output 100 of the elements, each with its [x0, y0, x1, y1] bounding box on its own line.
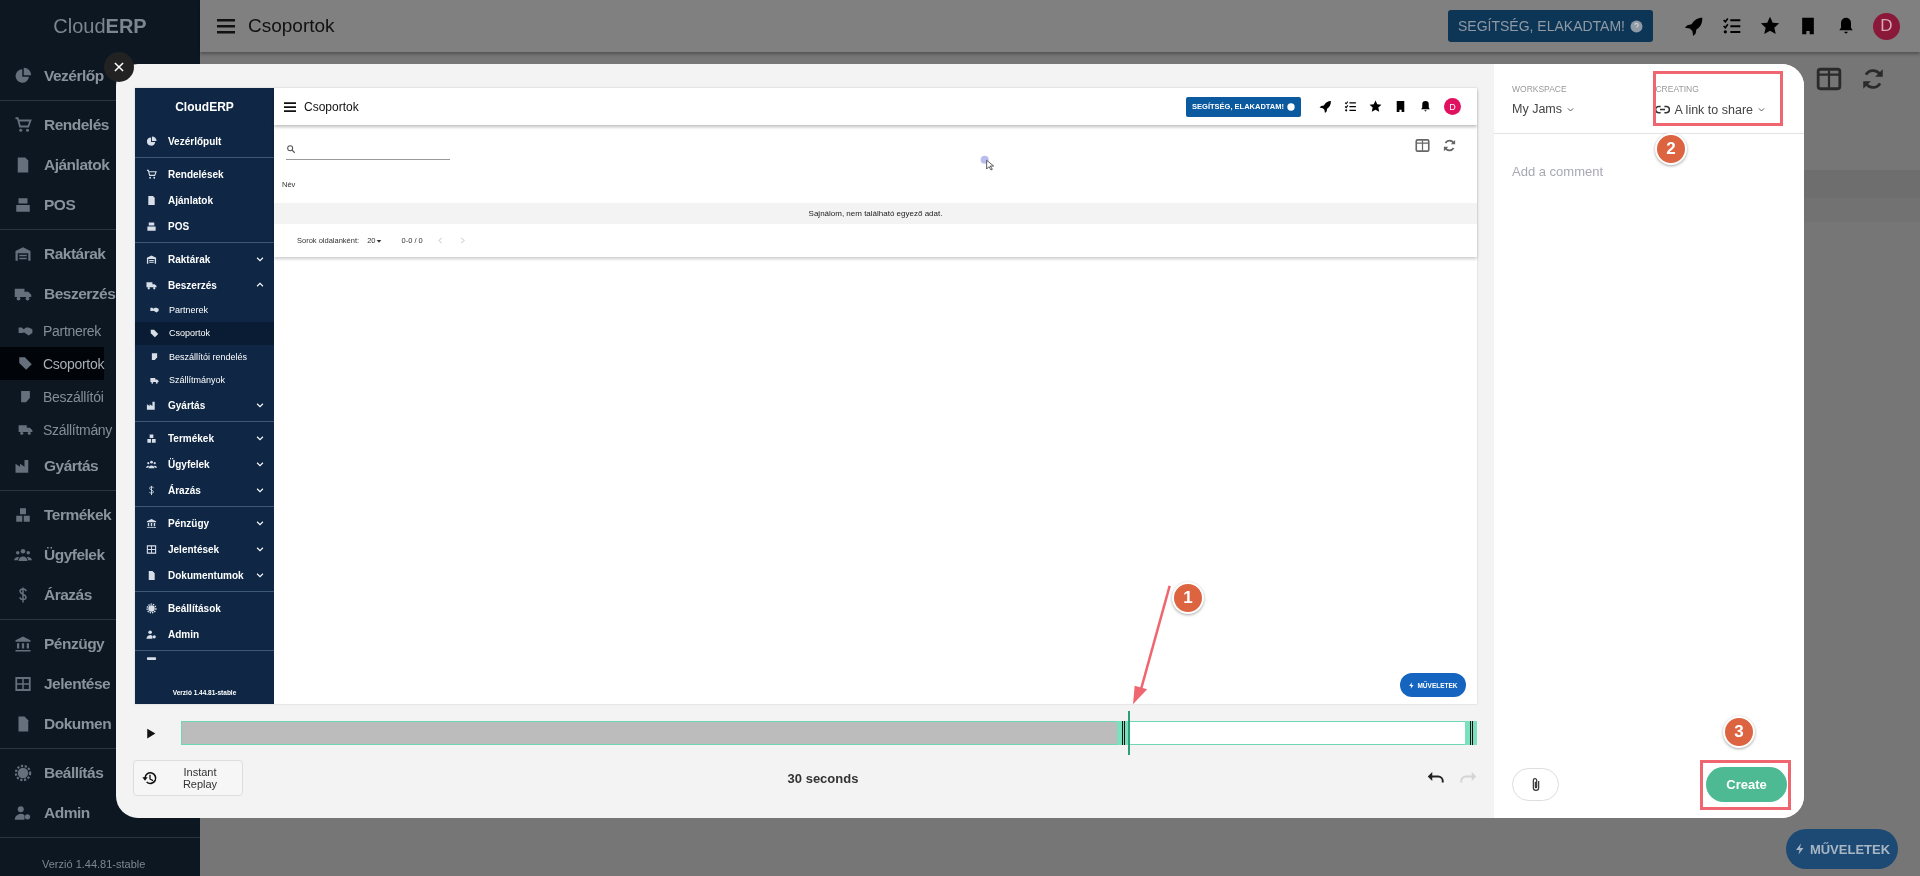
timeline-track[interactable] — [181, 721, 1477, 745]
sidebar-subitem[interactable]: Partnerek — [135, 298, 274, 322]
sidebar-item[interactable]: Pénzügy — [135, 510, 274, 536]
checklist-icon[interactable] — [1722, 16, 1742, 36]
sidebar-item[interactable]: Jelentése — [0, 664, 111, 704]
sidebar-item[interactable]: Ügyfelek — [0, 535, 105, 575]
empty-message: Sajnálom, nem található egyező adat. — [808, 209, 943, 218]
actions-button[interactable]: MŰVELETEK — [1786, 829, 1898, 869]
play-icon[interactable] — [144, 726, 157, 740]
pie-chart-icon — [14, 67, 32, 85]
sidebar-item[interactable]: Árazás — [135, 477, 274, 503]
sidebar-subitem[interactable]: Beszállítói — [0, 380, 104, 413]
tag-icon — [18, 356, 33, 371]
sidebar-item[interactable]: Ajánlatok — [135, 187, 274, 213]
page-title: Csoportok — [248, 15, 335, 37]
table-icon — [146, 543, 157, 555]
workspace-dropdown[interactable]: My Jams — [1512, 102, 1575, 116]
share-type-dropdown[interactable]: A link to share — [1655, 102, 1766, 117]
bank-icon — [146, 517, 157, 529]
sidebar-item[interactable]: Ajánlatok — [0, 145, 110, 185]
app-logo: CloudERP — [52, 13, 148, 39]
pie-chart-icon — [146, 135, 157, 147]
sidebar-item[interactable]: Dokumentumok — [135, 562, 274, 588]
sidebar-subitem[interactable]: Szállítmányok — [135, 368, 274, 392]
sidebar-item[interactable]: Rendelés — [0, 105, 109, 145]
sidebar-item[interactable]: Pénzügy — [0, 624, 105, 664]
sidebar-item[interactable]: Vezérlőpult — [135, 128, 274, 154]
sidebar-item[interactable]: Raktárak — [0, 234, 106, 274]
chevron-down-icon — [255, 400, 265, 410]
creating-label: CREATING — [1655, 84, 1700, 94]
sidebar-item[interactable]: Ügyfelek — [135, 451, 274, 477]
file-icon — [146, 569, 157, 581]
factory-icon — [146, 399, 157, 411]
sidebar-item[interactable]: Dokumen — [0, 704, 112, 744]
checklist-icon[interactable] — [1344, 100, 1357, 113]
note-icon — [18, 389, 33, 404]
document-icon — [146, 194, 157, 206]
truck-icon — [146, 279, 157, 291]
help-icon — [1630, 19, 1643, 33]
trim-handle[interactable] — [1465, 721, 1477, 745]
sidebar-item[interactable]: Beszerzés — [135, 272, 274, 298]
instant-replay-button[interactable]: Instant Replay — [133, 760, 243, 796]
mouse-cursor-icon — [980, 155, 996, 171]
handshake-icon — [150, 305, 159, 315]
sidebar-item[interactable]: POS — [135, 213, 274, 239]
dollar-icon — [146, 484, 157, 496]
sidebar-item[interactable]: Rendelések — [135, 161, 274, 187]
sidebar-subitem[interactable]: Csoportok — [0, 347, 105, 380]
chevron-down-icon — [255, 254, 265, 264]
sidebar-item[interactable]: Beállítások — [135, 595, 274, 621]
boxes-icon — [14, 506, 32, 524]
star-icon[interactable] — [1369, 100, 1382, 113]
version-label: Verzió 1.44.81-stable — [41, 858, 147, 872]
sidebar-subitem[interactable]: Beszállítói rendelés — [135, 345, 274, 369]
attach-button[interactable] — [1512, 768, 1559, 801]
bell-icon[interactable] — [1419, 100, 1432, 113]
sidebar-item[interactable]: Vezérlőp — [0, 56, 104, 96]
boxes-icon — [146, 432, 157, 444]
people-icon — [146, 458, 157, 470]
table-icon — [14, 675, 32, 693]
help-button[interactable]: SEGÍTSÉG, ELAKADTAM! — [1448, 10, 1653, 42]
sidebar-item[interactable]: Termékek — [0, 495, 112, 535]
settings-icon — [14, 764, 32, 782]
sidebar-item[interactable]: Jelentések — [135, 536, 274, 562]
sidebar-item[interactable]: Gyártás — [0, 446, 99, 486]
user-avatar[interactable]: D — [1444, 98, 1461, 115]
chevron-down-icon — [255, 459, 265, 469]
truck-icon — [150, 375, 159, 385]
workspace-label: WORKSPACE — [1512, 84, 1568, 94]
sidebar-item[interactable]: Beszerzés — [0, 274, 116, 314]
rocket-icon[interactable] — [1319, 100, 1332, 113]
bank-icon — [14, 635, 32, 653]
sidebar-item[interactable]: Admin — [0, 793, 90, 833]
columns-icon[interactable] — [1415, 137, 1430, 153]
app-logo: CloudERP — [174, 98, 235, 116]
warehouse-icon — [146, 253, 157, 265]
refresh-icon[interactable] — [1442, 137, 1457, 153]
sidebar-subitem[interactable]: Partnerek — [0, 314, 101, 347]
sidebar-item[interactable]: Raktárak — [135, 246, 274, 272]
sidebar-subitem[interactable]: Szállítmány — [0, 413, 113, 446]
star-icon[interactable] — [1760, 16, 1780, 36]
refresh-icon[interactable] — [1860, 66, 1886, 92]
columns-icon[interactable] — [1816, 66, 1842, 92]
close-icon — [112, 60, 126, 74]
page-title: Csoportok — [304, 99, 359, 114]
sidebar-item[interactable]: Admin — [135, 621, 274, 647]
chevron-up-icon — [255, 280, 265, 290]
chevron-down-icon — [255, 544, 265, 554]
lightning-icon — [1408, 681, 1416, 689]
user-gear-icon — [146, 628, 157, 640]
user-avatar[interactable]: D — [1873, 12, 1900, 40]
settings-icon — [146, 602, 157, 614]
people-icon — [14, 546, 32, 564]
cash-register-icon — [146, 220, 157, 232]
sidebar-subitem[interactable]: Csoportok — [135, 321, 274, 345]
sidebar-item[interactable]: Beállítás — [0, 753, 104, 793]
sidebar-item[interactable]: Árazás — [0, 575, 92, 615]
sidebar-item[interactable]: POS — [0, 185, 76, 225]
sidebar-item[interactable]: Termékek — [135, 425, 274, 451]
sidebar-item[interactable]: Gyártás — [135, 392, 274, 418]
